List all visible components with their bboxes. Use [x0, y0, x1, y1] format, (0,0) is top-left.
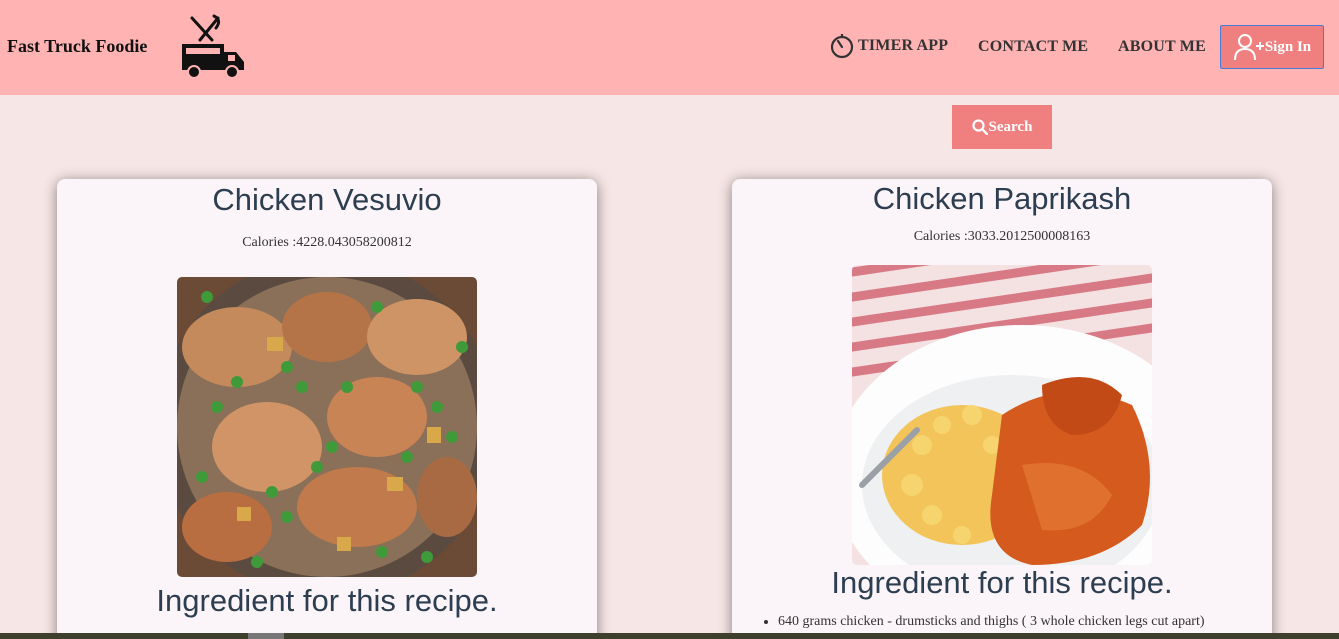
sign-in-button[interactable]: Sign In: [1220, 25, 1324, 69]
brand-name[interactable]: Fast Truck Foodie: [7, 36, 147, 57]
ingredient-list: 640 grams chicken - drumsticks and thigh…: [778, 614, 1205, 630]
nav-timer-app[interactable]: TIMER APP: [829, 33, 948, 59]
search-button[interactable]: Search: [952, 105, 1052, 149]
list-item: 640 grams chicken - drumsticks and thigh…: [778, 614, 1205, 630]
recipe-title: Chicken Vesuvio: [212, 182, 442, 217]
recipe-card: Chicken Vesuvio Calories :4228.043058200…: [57, 179, 597, 639]
nav-about-me[interactable]: ABOUT ME: [1118, 38, 1206, 56]
scrollbar-thumb[interactable]: [248, 633, 284, 639]
recipe-card: Chicken Paprikash Calories :3033.2012500…: [732, 179, 1272, 639]
food-truck-logo-icon[interactable]: [178, 14, 246, 80]
recipe-image[interactable]: [177, 277, 477, 577]
ingredient-heading: Ingredient for this recipe.: [156, 583, 498, 618]
ingredient-heading: Ingredient for this recipe.: [831, 565, 1173, 600]
recipe-image[interactable]: [852, 265, 1152, 565]
sign-in-label: Sign In: [1264, 38, 1312, 55]
horizontal-scrollbar[interactable]: [0, 633, 1339, 639]
recipe-title: Chicken Paprikash: [872, 181, 1132, 216]
recipe-calories: Calories :4228.043058200812: [242, 235, 412, 250]
timer-icon: [830, 34, 854, 59]
add-user-icon: [1233, 34, 1264, 61]
navbar: Fast Truck Foodie TIMER APP CONTACT ME A…: [0, 0, 1339, 95]
nav-timer-label: TIMER APP: [858, 37, 949, 54]
nav-contact-me[interactable]: CONTACT ME: [978, 38, 1088, 56]
search-label: Search: [988, 118, 1033, 135]
recipe-calories: Calories :3033.2012500008163: [913, 229, 1091, 244]
search-icon: [971, 119, 988, 135]
